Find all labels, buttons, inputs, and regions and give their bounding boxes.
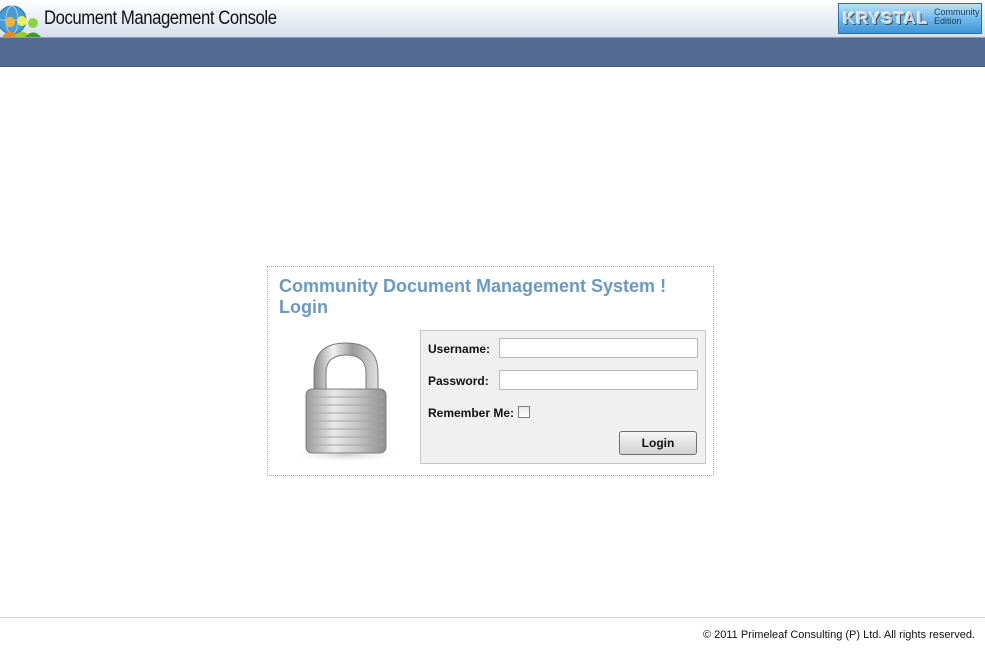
padlock-icon [288,342,404,463]
brand-name: KRYSTAL [843,9,929,28]
login-button[interactable]: Login [619,431,697,455]
login-heading: Community Document Management System ! L… [279,276,667,317]
username-input[interactable] [499,338,698,358]
login-form: Username: Password: Remember Me: Login [420,330,706,464]
username-label: Username: [428,342,491,356]
password-label: Password: [428,374,489,388]
remember-me-label: Remember Me: [428,406,515,420]
copyright-text: © 2011 Primeleaf Consulting (P) Ltd. All… [702,629,975,641]
app-header: Document Management Console KRYSTAL Comm… [0,0,985,38]
login-panel: Community Document Management System ! L… [267,266,714,476]
remember-me-checkbox[interactable] [518,406,530,418]
footer-divider [0,617,985,618]
nav-bar [0,38,985,67]
password-input[interactable] [499,370,698,390]
brand-edition: Community Edition [934,7,980,26]
brand-logo: KRYSTAL Community Edition [838,3,982,34]
app-title: Document Management Console [44,8,277,29]
users-globe-icon [0,5,41,37]
